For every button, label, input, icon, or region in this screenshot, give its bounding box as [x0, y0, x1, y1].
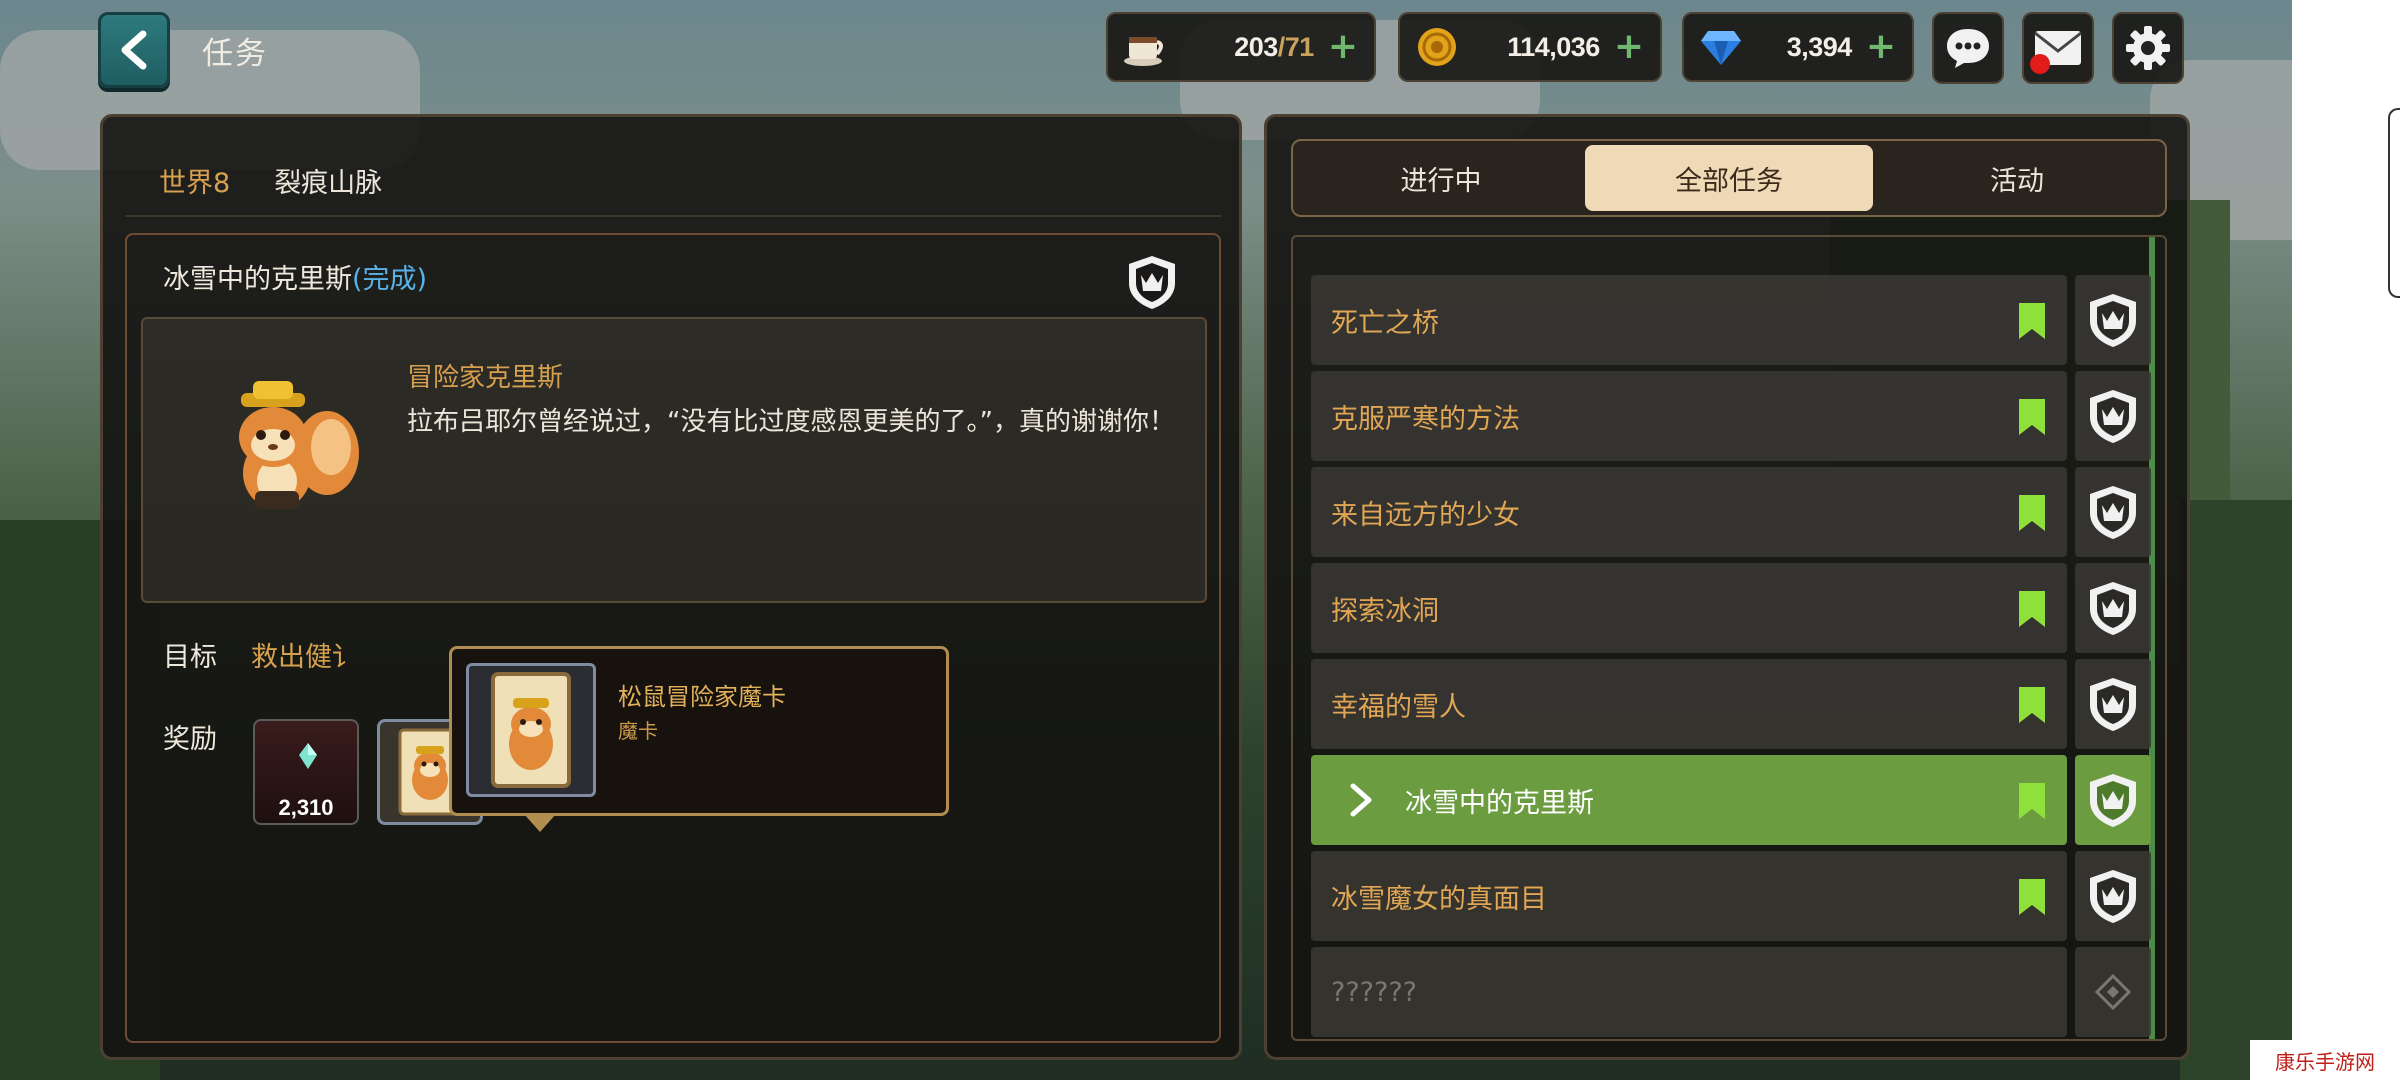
diamond-icon [1698, 24, 1744, 70]
list-item[interactable]: 来自远方的少女 [1311, 467, 2151, 557]
bookmark-icon [2019, 687, 2045, 723]
stamina-value: 203 [1234, 31, 1278, 62]
bookmark-icon [2019, 591, 2045, 627]
notification-dot [2030, 54, 2050, 74]
quest-detail-panel: 世界8 裂痕山脉 冰雪中的克里斯(完成) 冒险家克里斯 拉布吕耶尔曾经说过，“没有… [100, 114, 1242, 1060]
quest-item-label: 探索冰洞 [1331, 595, 1439, 627]
squirrel-adventurer-portrait [239, 381, 359, 509]
bookmark-icon [2019, 399, 2045, 435]
quest-item-label: ?????? [1331, 976, 1417, 1008]
location-label: 裂痕山脉 [274, 168, 383, 199]
tab-in-progress[interactable]: 进行中 [1297, 145, 1585, 211]
coffee-cup-icon [1122, 24, 1168, 70]
npc-dialog-text: 拉布吕耶尔曾经说过，“没有比过度感恩更美的了。”，真的谢谢你！ [407, 407, 1175, 437]
breadcrumb: 世界8 裂痕山脉 [159, 161, 382, 200]
chevron-right-icon [1350, 783, 1372, 817]
divider [125, 215, 1221, 217]
list-item[interactable]: 克服严寒的方法 [1311, 371, 2151, 461]
reward-label: 奖励 [163, 724, 217, 755]
add-stamina-button[interactable]: + [1328, 29, 1358, 65]
quest-name: 冰雪中的克里斯 [163, 264, 352, 295]
mail-button[interactable] [2022, 12, 2094, 84]
gear-icon [2126, 26, 2170, 70]
reward-gem-qty: 2,310 [278, 795, 334, 820]
gold-counter[interactable]: 114,036 + [1398, 12, 1662, 82]
goal-label: 目标 [163, 642, 217, 673]
quest-item-label: 克服严寒的方法 [1331, 403, 1520, 435]
gold-value: 114,036 [1507, 31, 1600, 62]
quest-list-panel: 进行中 全部任务 活动 死亡之桥 克服严寒的方法 来自远方的少女 探索冰洞 幸福… [1264, 114, 2190, 1060]
crown-shield-icon [2090, 294, 2136, 347]
tab-events[interactable]: 活动 [1873, 145, 2161, 211]
list-item[interactable]: 冰雪魔女的真面目 [1311, 851, 2151, 941]
tooltip-card-thumbnail [466, 663, 596, 797]
quest-item-label: 冰雪魔女的真面目 [1331, 883, 1547, 915]
tab-all-quests[interactable]: 全部任务 [1585, 145, 1873, 211]
tooltip-item-type: 魔卡 [618, 719, 658, 743]
bookmark-icon [2019, 879, 2045, 915]
tooltip-pointer [524, 814, 556, 832]
stamina-counter[interactable]: 203/71 + [1106, 12, 1376, 82]
crown-shield-icon [1129, 256, 1175, 309]
tooltip-item-name: 松鼠冒险家魔卡 [618, 683, 786, 711]
list-item-locked[interactable]: ?????? [1311, 947, 2151, 1037]
world-label: 世界8 [159, 168, 231, 199]
list-item-selected[interactable]: 冰雪中的克里斯 [1311, 755, 2151, 845]
reward-gem-slot[interactable]: 2,310 [253, 719, 359, 825]
goal-text: 救出健讠 [251, 642, 359, 673]
crown-shield-icon [2090, 678, 2136, 731]
crown-shield-icon [2090, 582, 2136, 635]
chat-bubble-icon [1947, 29, 1989, 68]
crystal-icon [299, 743, 317, 769]
gem-value: 3,394 [1786, 31, 1853, 62]
gem-counter[interactable]: 3,394 + [1682, 12, 1914, 82]
settings-button[interactable] [2112, 12, 2184, 84]
quest-tabs: 进行中 全部任务 活动 [1291, 139, 2167, 217]
page-title: 任务 [202, 36, 268, 72]
quest-item-label: 死亡之桥 [1331, 307, 1439, 339]
crown-shield-icon [2090, 774, 2136, 827]
squirrel-card-icon [491, 672, 571, 788]
add-gems-button[interactable]: + [1866, 29, 1896, 65]
quest-item-label: 幸福的雪人 [1331, 691, 1466, 723]
crown-shield-icon [2090, 390, 2136, 443]
chevron-left-icon [121, 30, 147, 70]
gold-coin-icon [1414, 24, 1460, 70]
quest-status: (完成) [352, 264, 428, 295]
quest-item-label: 来自远方的少女 [1331, 499, 1520, 531]
list-item[interactable]: 探索冰洞 [1311, 563, 2151, 653]
crown-shield-icon [2090, 486, 2136, 539]
back-button[interactable] [98, 12, 170, 88]
npc-name: 冒险家克里斯 [407, 363, 564, 393]
list-item[interactable]: 死亡之桥 [1311, 275, 2151, 365]
item-tooltip: 松鼠冒险家魔卡 魔卡 [449, 646, 949, 832]
bookmark-icon [2019, 495, 2045, 531]
watermark-logo: 康乐手游网 [2250, 1040, 2400, 1080]
bookmark-icon [2019, 303, 2045, 339]
screen-edge [2292, 0, 2400, 1080]
add-gold-button[interactable]: + [1614, 29, 1644, 65]
list-item[interactable]: 幸福的雪人 [1311, 659, 2151, 749]
quest-item-label: 冰雪中的克里斯 [1405, 787, 1594, 819]
stamina-cap: /71 [1277, 31, 1315, 62]
bookmark-icon [2019, 783, 2045, 819]
quest-list[interactable]: 死亡之桥 克服严寒的方法 来自远方的少女 探索冰洞 幸福的雪人 冰雪中的克里斯 … [1291, 235, 2167, 1041]
quest-title: 冰雪中的克里斯(完成) [163, 257, 427, 296]
crown-shield-icon [2090, 870, 2136, 923]
diamond-outline-icon [2094, 973, 2132, 1011]
chat-button[interactable] [1932, 12, 2004, 84]
